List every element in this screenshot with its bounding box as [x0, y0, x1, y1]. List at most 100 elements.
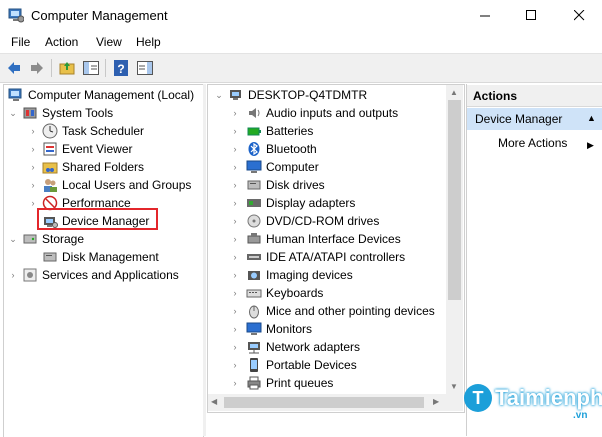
chevron-right-icon[interactable]: › [230, 378, 240, 388]
device-category-label: IDE ATA/ATAPI controllers [266, 250, 406, 264]
more-actions[interactable]: More Actions [498, 136, 567, 150]
tree-item-root[interactable]: Computer Management (Local) [8, 86, 194, 104]
keyboard-icon [246, 285, 262, 301]
device-category-label: Audio inputs and outputs [266, 106, 399, 120]
scroll-up-arrow-icon[interactable]: ▲ [450, 88, 458, 97]
chevron-right-icon[interactable]: › [230, 198, 240, 208]
close-button[interactable] [556, 0, 602, 31]
scroll-left-arrow-icon[interactable]: ◀ [211, 397, 217, 406]
show-action-pane-button[interactable] [136, 59, 154, 77]
printer-icon [246, 375, 262, 391]
chevron-right-icon[interactable]: › [28, 198, 38, 208]
device-category-label: Batteries [266, 124, 314, 138]
battery-icon [246, 123, 262, 139]
device-category[interactable]: › Display adapters [230, 194, 356, 212]
chevron-right-icon[interactable]: › [230, 234, 240, 244]
device-category-label: Print queues [266, 376, 334, 390]
device-category[interactable]: › IDE ATA/ATAPI controllers [230, 248, 406, 266]
tree-item-shared-folders[interactable]: › Shared Folders [28, 158, 145, 176]
event-viewer-icon [42, 141, 58, 157]
maximize-button[interactable] [508, 0, 554, 31]
device-category-label: Mice and other pointing devices [266, 304, 435, 318]
monitor-icon [246, 321, 262, 337]
disk-icon [246, 177, 262, 193]
system-tools-icon [22, 105, 38, 121]
collapse-arrow-icon[interactable]: ▲ [587, 113, 596, 123]
chevron-right-icon[interactable]: › [28, 144, 38, 154]
tree-item-services[interactable]: › Services and Applications [8, 266, 179, 284]
up-folder-button[interactable] [58, 59, 76, 77]
device-category[interactable]: › Disk drives [230, 176, 325, 194]
chevron-right-icon[interactable]: › [230, 144, 240, 154]
device-category-label: Display adapters [266, 196, 356, 210]
folder-up-icon [59, 62, 75, 75]
device-category[interactable]: › Portable Devices [230, 356, 357, 374]
chevron-right-icon[interactable]: › [230, 270, 240, 280]
menu-view[interactable]: View [96, 35, 122, 49]
device-category-label: DVD/CD-ROM drives [266, 214, 380, 228]
back-button[interactable] [5, 59, 23, 77]
chevron-right-icon[interactable]: › [28, 180, 38, 190]
horizontal-scroll-thumb[interactable] [224, 397, 424, 408]
actions-device-manager[interactable]: Device Manager [467, 108, 602, 130]
tree-item-local-users[interactable]: › Local Users and Groups [28, 176, 191, 194]
chevron-right-icon[interactable]: › [8, 270, 18, 280]
show-hide-tree-button[interactable] [82, 59, 100, 77]
minimize-button[interactable] [462, 0, 508, 31]
device-category-label: Computer [266, 160, 319, 174]
console-tree-icon [83, 61, 99, 75]
device-category[interactable]: › Bluetooth [230, 140, 317, 158]
chevron-right-icon[interactable]: › [28, 126, 38, 136]
tree-item-storage[interactable]: ⌄ Storage [8, 230, 84, 248]
chevron-right-icon[interactable]: › [230, 360, 240, 370]
device-category[interactable]: › Monitors [230, 320, 313, 338]
chevron-right-icon[interactable]: › [230, 180, 240, 190]
pane-splitter[interactable] [203, 84, 206, 436]
chevron-down-icon[interactable]: ⌄ [214, 90, 224, 100]
device-category[interactable]: › Mice and other pointing devices [230, 302, 435, 320]
device-category[interactable]: › Computer [230, 158, 319, 176]
device-category[interactable]: › Audio inputs and outputs [230, 104, 399, 122]
highlight-box [37, 208, 158, 230]
menu-help[interactable]: Help [136, 35, 161, 49]
network-adapter-icon [246, 339, 262, 355]
menu-file[interactable]: File [11, 35, 30, 49]
scroll-right-arrow-icon[interactable]: ▶ [433, 397, 439, 406]
chevron-right-icon[interactable]: › [230, 288, 240, 298]
vertical-scroll-thumb[interactable] [448, 100, 461, 300]
device-category[interactable]: › Human Interface Devices [230, 230, 401, 248]
device-category-label: Monitors [266, 322, 313, 336]
chevron-right-icon[interactable]: › [28, 162, 38, 172]
chevron-right-icon[interactable]: › [230, 342, 240, 352]
device-category[interactable]: › Batteries [230, 122, 314, 140]
device-category[interactable]: › DVD/CD-ROM drives [230, 212, 380, 230]
device-root[interactable]: ⌄ DESKTOP-Q4TDMTR [214, 86, 367, 104]
chevron-right-icon[interactable]: › [230, 306, 240, 316]
help-button[interactable]: ? [112, 59, 130, 77]
chevron-right-icon[interactable]: › [230, 108, 240, 118]
chevron-right-icon[interactable]: › [230, 252, 240, 262]
portable-device-icon [246, 357, 262, 373]
chevron-down-icon[interactable]: ⌄ [8, 234, 18, 244]
tree-item-task-scheduler[interactable]: › Task Scheduler [28, 122, 144, 140]
tree-item-event-viewer[interactable]: › Event Viewer [28, 140, 133, 158]
tree-item-disk-management[interactable]: Disk Management [42, 248, 159, 266]
chevron-right-icon[interactable]: › [230, 126, 240, 136]
chevron-down-icon[interactable]: ⌄ [8, 108, 18, 118]
window-title: Computer Management [31, 8, 168, 23]
chevron-right-icon[interactable]: › [230, 216, 240, 226]
computer-management-icon [8, 87, 24, 103]
device-category-label: Keyboards [266, 286, 324, 300]
device-category[interactable]: › Imaging devices [230, 266, 353, 284]
device-list: ⌄ DESKTOP-Q4TDMTR › Audio inputs and outp… [207, 84, 465, 413]
chevron-right-icon[interactable]: › [230, 324, 240, 334]
watermark-tld: .vn [573, 410, 588, 421]
scroll-down-arrow-icon[interactable]: ▼ [450, 382, 458, 391]
forward-button[interactable] [28, 59, 46, 77]
device-category[interactable]: › Keyboards [230, 284, 324, 302]
device-category[interactable]: › Network adapters [230, 338, 361, 356]
device-category[interactable]: › Print queues [230, 374, 334, 392]
menu-action[interactable]: Action [45, 35, 78, 49]
chevron-right-icon[interactable]: › [230, 162, 240, 172]
tree-item-system-tools[interactable]: ⌄ System Tools [8, 104, 113, 122]
